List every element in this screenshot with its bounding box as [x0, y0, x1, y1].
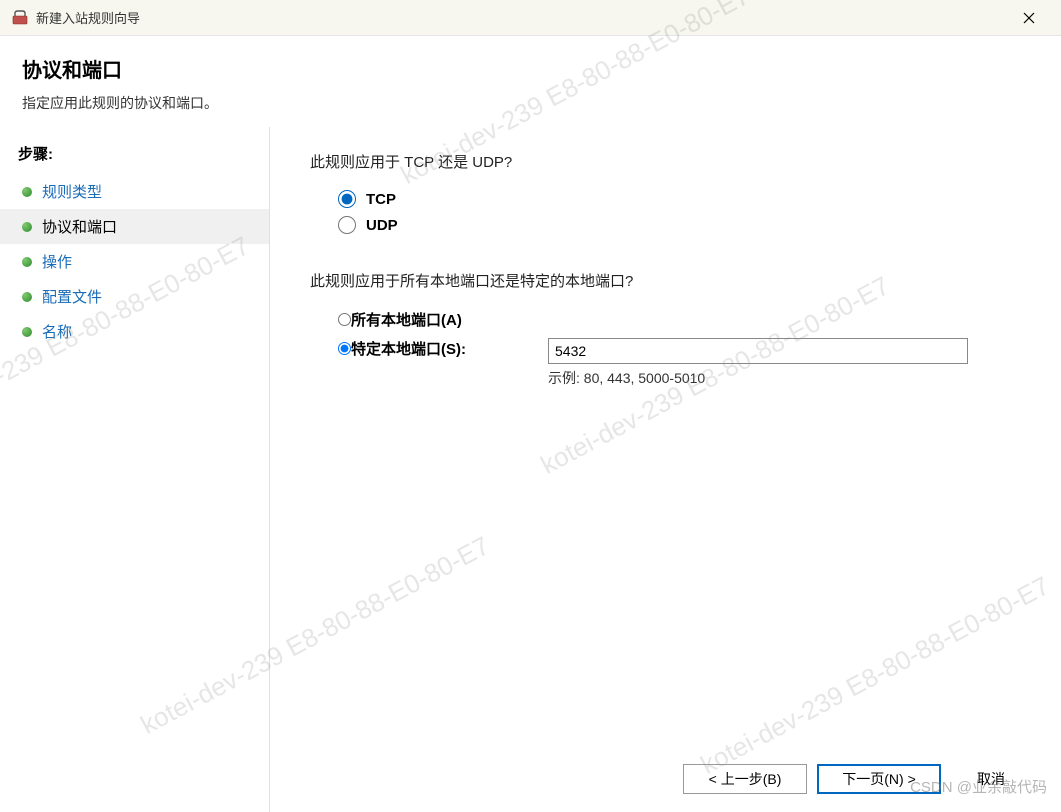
sidebar-header: 步骤: [0, 139, 269, 174]
radio-tcp-label: TCP [366, 191, 396, 208]
sidebar-item-label: 配置文件 [42, 286, 102, 307]
radio-tcp[interactable] [338, 190, 356, 208]
sidebar-item-name[interactable]: 名称 [0, 314, 269, 349]
back-button[interactable]: < 上一步(B) [683, 764, 807, 794]
sidebar-item-protocol-port[interactable]: 协议和端口 [0, 209, 269, 244]
wizard-footer: < 上一步(B) 下一页(N) > 取消 [683, 764, 1031, 794]
radio-row-udp: UDP [338, 216, 1021, 234]
port-question: 此规则应用于所有本地端口还是特定的本地端口? [310, 270, 1021, 291]
window-title: 新建入站规则向导 [36, 8, 1009, 27]
content-area: 步骤: 规则类型 协议和端口 操作 配置文件 名称 此规则应用于 TCP 还是 … [0, 127, 1061, 812]
sidebar-item-rule-type[interactable]: 规则类型 [0, 174, 269, 209]
radio-row-specific-ports: 特定本地端口(S): 示例: 80, 443, 5000-5010 [338, 338, 1021, 388]
sidebar-item-label: 操作 [42, 251, 72, 272]
radio-all-ports[interactable] [338, 313, 351, 326]
radio-udp[interactable] [338, 216, 356, 234]
sidebar-item-label: 规则类型 [42, 181, 102, 202]
port-example-text: 示例: 80, 443, 5000-5010 [548, 368, 968, 388]
titlebar: 新建入站规则向导 [0, 0, 1061, 36]
radio-all-ports-label: 所有本地端口(A) [351, 309, 462, 330]
page-subtitle: 指定应用此规则的协议和端口。 [22, 93, 1039, 113]
protocol-question: 此规则应用于 TCP 还是 UDP? [310, 151, 1021, 172]
wizard-header: 协议和端口 指定应用此规则的协议和端口。 [0, 36, 1061, 127]
sidebar-item-label: 名称 [42, 321, 72, 342]
sidebar-item-action[interactable]: 操作 [0, 244, 269, 279]
next-button[interactable]: 下一页(N) > [817, 764, 941, 794]
radio-specific-ports-label: 特定本地端口(S): [351, 338, 466, 359]
radio-row-all-ports: 所有本地端口(A) [338, 309, 1021, 330]
sidebar-item-profile[interactable]: 配置文件 [0, 279, 269, 314]
page-title: 协议和端口 [22, 54, 1039, 83]
bullet-icon [22, 257, 32, 267]
close-button[interactable] [1009, 3, 1049, 33]
steps-sidebar: 步骤: 规则类型 协议和端口 操作 配置文件 名称 [0, 127, 270, 812]
sidebar-item-label: 协议和端口 [42, 216, 117, 237]
bullet-icon [22, 327, 32, 337]
bullet-icon [22, 187, 32, 197]
radio-specific-ports[interactable] [338, 342, 351, 355]
protocol-radio-group: TCP UDP [338, 190, 1021, 234]
port-radio-group: 所有本地端口(A) 特定本地端口(S): 示例: 80, 443, 5000-5… [338, 309, 1021, 388]
cancel-button[interactable]: 取消 [951, 764, 1031, 794]
radio-udp-label: UDP [366, 217, 398, 234]
bullet-icon [22, 292, 32, 302]
main-panel: 此规则应用于 TCP 还是 UDP? TCP UDP 此规则应用于所有本地端口还… [270, 127, 1061, 812]
port-section: 此规则应用于所有本地端口还是特定的本地端口? 所有本地端口(A) 特定本地端口(… [310, 270, 1021, 388]
port-input[interactable] [548, 338, 968, 364]
app-icon [12, 10, 28, 26]
bullet-icon [22, 222, 32, 232]
radio-row-tcp: TCP [338, 190, 1021, 208]
